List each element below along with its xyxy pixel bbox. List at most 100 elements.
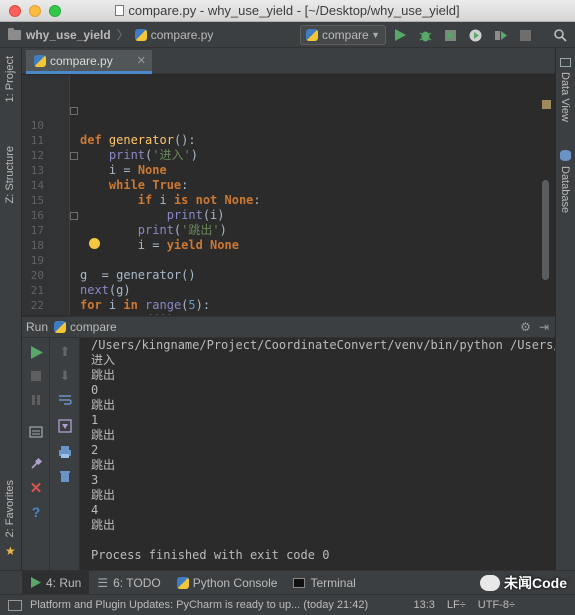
minimize-window-button[interactable] bbox=[29, 4, 41, 17]
console-line: 3 bbox=[91, 473, 99, 487]
rerun-button[interactable] bbox=[28, 344, 44, 360]
tab-terminal[interactable]: Terminal bbox=[285, 571, 363, 595]
code-line: 18 bbox=[22, 223, 555, 252]
caret-position[interactable]: 13:3 bbox=[414, 599, 435, 611]
tab-terminal-label: Terminal bbox=[310, 575, 356, 590]
lightbulb-icon[interactable] bbox=[89, 238, 100, 249]
tab-data-view[interactable]: Data View bbox=[559, 72, 571, 122]
console-line: 4 bbox=[91, 503, 99, 517]
tab-todo[interactable]: ☰ 6: TODO bbox=[89, 571, 168, 595]
pin-tab-button[interactable] bbox=[28, 456, 44, 472]
tab-run-label: 4: Run bbox=[46, 575, 82, 590]
fold-toggle-icon[interactable] bbox=[70, 212, 78, 220]
profiler-icon bbox=[469, 29, 481, 41]
run-console[interactable]: /Users/kingname/Project/CoordinateConver… bbox=[80, 338, 555, 570]
editor-scrollbar[interactable] bbox=[542, 180, 549, 280]
database-icon bbox=[560, 150, 571, 161]
print-button[interactable] bbox=[57, 444, 73, 460]
profile-button[interactable] bbox=[467, 27, 483, 43]
watermark-text: 未闻Code bbox=[504, 575, 567, 591]
code-line: 22 g.send(i) bbox=[22, 283, 555, 315]
file-encoding[interactable]: UTF-8÷ bbox=[478, 599, 515, 611]
tab-structure[interactable]: Z: Structure bbox=[4, 146, 16, 203]
stop-run-button[interactable] bbox=[28, 368, 44, 384]
close-run-button[interactable]: ✕ bbox=[28, 480, 44, 497]
soft-wrap-button[interactable] bbox=[57, 392, 73, 408]
run-config-label: compare bbox=[322, 28, 369, 42]
console-line: 跳出 bbox=[91, 458, 116, 472]
file-icon bbox=[115, 5, 125, 16]
code-line: 11 print('进入') bbox=[22, 118, 555, 162]
console-line: /Users/kingname/Project/CoordinateConver… bbox=[91, 338, 555, 352]
debug-button[interactable] bbox=[417, 27, 433, 43]
wechat-icon bbox=[480, 575, 500, 591]
tab-structure-label: Z: Structure bbox=[4, 146, 16, 204]
star-icon: ★ bbox=[5, 544, 16, 558]
code-line: 20 next(g) bbox=[22, 253, 555, 297]
pin-icon bbox=[31, 457, 43, 469]
search-everywhere-button[interactable] bbox=[552, 27, 568, 43]
right-tool-strip: Data View Database bbox=[555, 48, 575, 570]
pause-icon bbox=[32, 395, 40, 405]
left-tool-strip: 1: Project Z: Structure 2: Favorites ★ bbox=[0, 48, 22, 570]
dump-threads-button[interactable] bbox=[28, 424, 44, 440]
fold-toggle-icon[interactable] bbox=[70, 107, 78, 115]
stop-icon bbox=[31, 371, 41, 381]
tab-database[interactable]: Database bbox=[559, 166, 571, 213]
run-tab-compare[interactable]: compare bbox=[70, 320, 117, 334]
run-toolbar-primary: ✕ ? bbox=[22, 338, 50, 570]
pause-button[interactable] bbox=[28, 392, 44, 408]
coverage-button[interactable] bbox=[442, 27, 458, 43]
tab-project[interactable]: 1: Project bbox=[4, 56, 16, 102]
scroll-end-icon bbox=[58, 419, 72, 433]
status-bar-toggle-icon[interactable] bbox=[8, 599, 22, 611]
tab-favorites[interactable]: 2: Favorites bbox=[4, 480, 16, 537]
code-line: 19 g = generator() bbox=[22, 238, 555, 282]
close-icon: ✕ bbox=[29, 480, 43, 497]
status-message[interactable]: Platform and Plugin Updates: PyCharm is … bbox=[30, 599, 368, 611]
close-window-button[interactable] bbox=[9, 4, 21, 17]
stop-icon bbox=[519, 29, 531, 41]
help-button[interactable]: ? bbox=[28, 504, 44, 520]
breadcrumb-project[interactable]: why_use_yield bbox=[26, 28, 111, 42]
code-line: 15 print(i) bbox=[22, 178, 555, 222]
code-line: 23 bbox=[22, 298, 555, 315]
code-line: 21 for i in range(5): bbox=[22, 268, 555, 312]
console-line: 1 bbox=[91, 413, 99, 427]
scroll-up-button[interactable]: ⬆ bbox=[57, 344, 73, 360]
console-line: 跳出 bbox=[91, 428, 116, 442]
tab-run[interactable]: 4: Run bbox=[22, 570, 90, 595]
status-bar: Platform and Plugin Updates: PyCharm is … bbox=[0, 594, 575, 615]
breadcrumb-file[interactable]: compare.py bbox=[151, 28, 214, 42]
fold-toggle-icon[interactable] bbox=[70, 152, 78, 160]
clear-all-button[interactable] bbox=[57, 468, 73, 484]
inspection-marker-icon[interactable] bbox=[542, 100, 551, 109]
editor-tab-label: compare.py bbox=[50, 53, 113, 68]
console-line: 进入 bbox=[91, 353, 116, 367]
python-file-icon bbox=[134, 28, 147, 41]
tab-todo-label: 6: TODO bbox=[113, 575, 161, 590]
hide-panel-icon[interactable]: ⇥ bbox=[539, 320, 549, 334]
scroll-to-end-button[interactable] bbox=[57, 418, 73, 434]
close-tab-icon[interactable]: ✕ bbox=[137, 54, 146, 67]
concurrency-button[interactable] bbox=[492, 27, 508, 43]
code-line: 10 def generator(): bbox=[22, 103, 555, 147]
dump-icon bbox=[29, 426, 43, 438]
run-button[interactable] bbox=[392, 27, 408, 43]
chevron-down-icon: ▼ bbox=[371, 30, 380, 40]
trash-icon bbox=[60, 471, 70, 482]
search-icon bbox=[554, 29, 567, 42]
terminal-icon bbox=[293, 577, 306, 588]
editor-tab-compare[interactable]: compare.py ✕ bbox=[26, 50, 152, 74]
run-config-select[interactable]: compare ▼ bbox=[300, 25, 386, 45]
gear-icon[interactable]: ⚙ bbox=[520, 320, 531, 334]
data-view-icon bbox=[560, 58, 571, 67]
tab-python-console[interactable]: Python Console bbox=[169, 571, 286, 595]
code-line: 13 while True: bbox=[22, 148, 555, 192]
line-separator[interactable]: LF÷ bbox=[447, 599, 466, 611]
stop-button[interactable] bbox=[517, 27, 533, 43]
scroll-down-button[interactable]: ⬇ bbox=[57, 368, 73, 384]
zoom-window-button[interactable] bbox=[49, 4, 61, 17]
window-title: compare.py - why_use_yield - [~/Desktop/… bbox=[0, 3, 575, 18]
code-editor[interactable]: 10 def generator(): 11 print('进入') 12 i … bbox=[22, 75, 555, 315]
